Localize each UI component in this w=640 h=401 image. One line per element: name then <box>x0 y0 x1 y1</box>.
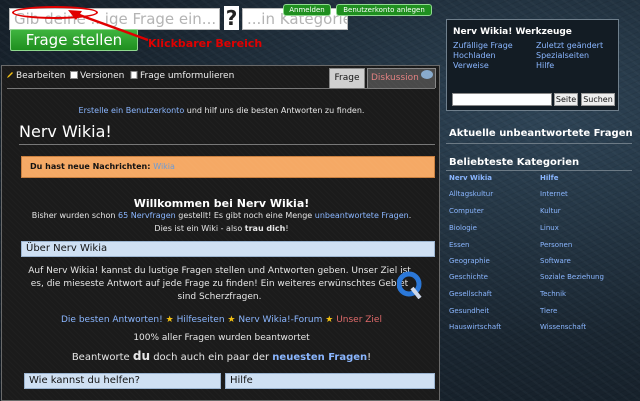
divider <box>446 170 632 171</box>
news-label: Du hast neue Nachrichten: <box>30 162 151 171</box>
unanswered-heading: Aktuelle unbeantwortete Fragen <box>449 128 633 139</box>
help-heading: Wie kannst du helfen? <box>24 373 221 389</box>
tool-link-upload[interactable]: Hochladen <box>453 51 496 60</box>
star-icon: ★ <box>165 315 174 325</box>
q-logo-icon <box>397 271 422 299</box>
pencil-icon <box>7 72 13 78</box>
category-link[interactable]: Geschichte <box>449 273 488 281</box>
stats-text: . <box>408 211 412 220</box>
stats-text: Bisher wurden schon <box>31 211 118 220</box>
category-link[interactable]: Nerv Wikia <box>449 174 492 182</box>
cta-text: ! <box>367 352 372 363</box>
cta-text: Beantworte <box>71 352 133 363</box>
edit-action[interactable]: Bearbeiten <box>6 71 65 81</box>
category-link[interactable]: Gesundheit <box>449 307 489 315</box>
page-title: Nerv Wikia! <box>19 122 112 141</box>
history-icon <box>70 71 78 79</box>
tab-discussion-label: Diskussion <box>371 73 419 83</box>
stats-line: Bisher wurden schon 65 Nervfragen gestel… <box>2 211 441 220</box>
answered-stat: 100% aller Fragen wurden beantwortet <box>133 333 310 343</box>
category-link[interactable]: Computer <box>449 207 484 215</box>
stats-text: gestellt! Es gibt noch eine Menge <box>175 211 315 220</box>
category-link[interactable]: Geographie <box>449 257 490 265</box>
tools-page-button[interactable]: Seite <box>554 93 578 106</box>
versions-label: Versionen <box>80 71 125 81</box>
tool-link-special[interactable]: Spezialseiten <box>536 51 589 60</box>
signup-link[interactable]: Erstelle ein Benutzerkonto <box>79 106 185 115</box>
tools-title: Nerv Wikia! Werkzeuge <box>453 27 572 37</box>
news-notice: Du hast neue Nachrichten: Wikia <box>21 156 435 178</box>
category-link[interactable]: Alltagskultur <box>449 190 493 198</box>
help-pages-link[interactable]: Hilfeseiten <box>177 315 225 325</box>
divider <box>7 88 435 89</box>
tools-search-input[interactable] <box>452 93 552 106</box>
edit-label: Bearbeiten <box>16 71 66 81</box>
wiki-bold: trau dich <box>244 224 286 233</box>
best-answers-link[interactable]: Die besten Antworten! <box>61 315 163 325</box>
category-link[interactable]: Hilfe <box>540 174 558 182</box>
category-link[interactable]: Technik <box>540 290 566 298</box>
category-link[interactable]: Biologie <box>449 224 477 232</box>
questions-count-link[interactable]: 65 Nervfragen <box>118 211 176 220</box>
login-button[interactable]: Anmelden <box>283 4 331 16</box>
category-link[interactable]: Tiere <box>540 307 557 315</box>
question-mark-label: ? <box>224 6 239 30</box>
divider <box>19 144 435 145</box>
cta-text: doch auch ein paar der <box>150 352 273 363</box>
wiki-text: ! <box>285 224 289 233</box>
rephrase-label: Frage umformulieren <box>140 71 235 81</box>
tools-search-button[interactable]: Suchen <box>581 93 615 106</box>
category-link[interactable]: Software <box>540 257 571 265</box>
signup-button[interactable]: Benutzerkonto anlegen <box>336 4 432 16</box>
tool-link-random[interactable]: Zufällige Frage <box>453 41 513 50</box>
category-link[interactable]: Gesellschaft <box>449 290 492 298</box>
categories-heading: Beliebteste Kategorien <box>449 157 580 168</box>
content-panel: Bearbeiten Versionen Frage umformulieren… <box>1 65 440 401</box>
hilfe-heading: Hilfe <box>225 373 435 389</box>
newest-questions-link[interactable]: neuesten Fragen <box>272 352 367 363</box>
annotation-label: Klickbarer Bereich <box>148 37 263 50</box>
unanswered-link[interactable]: unbeantwortete Fragen <box>315 211 409 220</box>
annotation-arrow-icon <box>68 10 149 42</box>
tool-link-recent[interactable]: Zuletzt geändert <box>536 41 603 50</box>
tab-discussion[interactable]: Diskussion <box>367 68 436 88</box>
tools-box: Nerv Wikia! Werkzeuge Zufällige Frage Ho… <box>446 19 619 111</box>
quick-links: Die besten Antworten! ★ Hilfeseiten ★ Ne… <box>2 315 441 325</box>
goal-link[interactable]: Unser Ziel <box>336 315 382 325</box>
about-text: Auf Nerv Wikia! kannst du lustige Fragen… <box>28 266 411 302</box>
document-icon <box>130 71 138 79</box>
signup-hint: Erstelle ein Benutzerkonto und hilf uns … <box>2 106 441 115</box>
answer-cta: Beantworte du doch auch ein paar der neu… <box>2 349 441 363</box>
category-link[interactable]: Linux <box>540 224 559 232</box>
category-link[interactable]: Kultur <box>540 207 561 215</box>
cta-bold: du <box>132 349 151 363</box>
rephrase-action[interactable]: Frage umformulieren <box>130 71 234 81</box>
wiki-line: Dies ist ein Wiki - also trau dich! <box>2 224 441 233</box>
tab-question[interactable]: Frage <box>329 68 365 88</box>
forum-link[interactable]: Nerv Wikia!-Forum <box>238 315 322 325</box>
signup-hint-text: und hilf uns die besten Antworten zu fin… <box>184 106 365 115</box>
category-link[interactable]: Wissenschaft <box>540 323 586 331</box>
category-link[interactable]: Personen <box>540 241 572 249</box>
tool-link-help[interactable]: Hilfe <box>536 61 554 70</box>
star-icon: ★ <box>227 315 236 325</box>
category-link[interactable]: Soziale Beziehung <box>540 273 604 281</box>
category-link[interactable]: Essen <box>449 241 469 249</box>
welcome-heading: Willkommen bei Nerv Wikia! <box>133 197 310 210</box>
speech-bubble-icon <box>421 70 433 79</box>
wiki-text: Dies ist ein Wiki - also <box>154 224 245 233</box>
star-icon: ★ <box>325 315 334 325</box>
versions-action[interactable]: Versionen <box>70 71 124 81</box>
news-link[interactable]: Wikia <box>153 162 175 171</box>
divider <box>446 143 632 144</box>
tool-link-references[interactable]: Verweise <box>453 61 489 70</box>
about-heading: Über Nerv Wikia <box>21 241 435 257</box>
category-link[interactable]: Internet <box>540 190 568 198</box>
category-link[interactable]: Hauswirtschaft <box>449 323 501 331</box>
